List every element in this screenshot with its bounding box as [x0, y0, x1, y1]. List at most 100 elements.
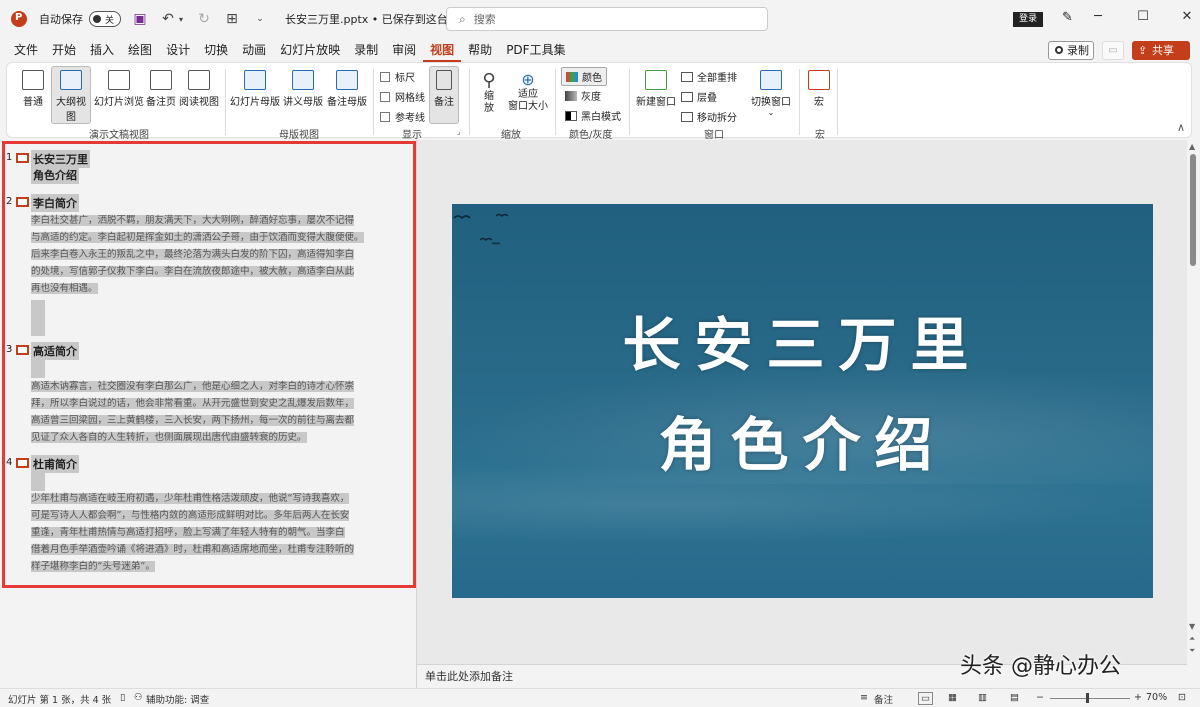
slide-sorter-button[interactable]: 幻灯片浏览	[93, 68, 145, 122]
move-split-button[interactable]: 移动拆分	[681, 109, 737, 124]
tab-1[interactable]: 开始	[45, 38, 83, 62]
cascade-button[interactable]: 层叠	[681, 89, 717, 104]
comment-icon: ▭	[1108, 45, 1118, 56]
fit-to-window-button[interactable]: ⊕ 适应 窗口大小	[505, 68, 551, 122]
redo-icon[interactable]: ↻	[195, 11, 213, 27]
tab-11[interactable]: 帮助	[461, 38, 499, 62]
tab-3[interactable]: 绘图	[121, 38, 159, 62]
fit-slide-icon[interactable]: ⊡	[1178, 692, 1186, 703]
tab-9[interactable]: 审阅	[385, 38, 423, 62]
color-button[interactable]: 颜色	[561, 67, 607, 86]
macros-label: 宏	[814, 97, 824, 108]
zoom-button[interactable]: ⚲ 缩 放	[475, 68, 503, 122]
notes-status-icon[interactable]: ≡	[860, 692, 868, 703]
tab-0[interactable]: 文件	[7, 38, 45, 62]
powerpoint-logo-icon	[11, 11, 27, 27]
tab-10[interactable]: 视图	[423, 38, 462, 62]
tab-12[interactable]: PDF工具集	[499, 38, 572, 62]
login-button[interactable]: 登录	[1013, 12, 1043, 27]
slide-subtitle[interactable]: 角色介绍	[452, 398, 1153, 482]
color-label: 颜色	[582, 73, 602, 84]
minimize-icon[interactable]: ─	[1088, 9, 1108, 24]
arrange-all-button[interactable]: 全部重排	[681, 69, 737, 84]
notes-master-button[interactable]: 备注母版	[325, 68, 369, 122]
vertical-scrollbar[interactable]: ▲ ▼ ⏶ ⏷	[1187, 140, 1200, 688]
undo-dropdown-icon[interactable]: ▾	[177, 15, 185, 24]
notes-page-button[interactable]: 备注页	[145, 68, 177, 122]
black-white-button[interactable]: 黑白模式	[561, 107, 625, 124]
dropdown-icon: ⌄	[767, 108, 775, 117]
normal-view-button[interactable]: 普通	[15, 68, 51, 122]
undo-icon[interactable]: ↶	[159, 11, 177, 27]
zoom-in-icon[interactable]: +	[1134, 692, 1142, 703]
zoom-slider-thumb[interactable]	[1086, 693, 1089, 703]
switch-window-button[interactable]: 切换窗口 ⌄	[749, 68, 793, 122]
toggle-state: 关	[105, 16, 115, 26]
notes-master-label: 备注母版	[327, 97, 367, 108]
group-separator	[555, 69, 556, 135]
tab-7[interactable]: 幻灯片放映	[273, 38, 347, 62]
slide-sorter-status-icon[interactable]: ▦	[948, 692, 957, 703]
outline-view-button[interactable]: 大纲视图	[51, 66, 91, 124]
new-window-icon	[645, 70, 667, 90]
ruler-checkbox[interactable]: 标尺	[380, 69, 415, 84]
reading-view-label: 阅读视图	[179, 97, 219, 108]
zoom-slider[interactable]	[1050, 698, 1130, 699]
normal-view-status-icon[interactable]: ▭	[918, 692, 933, 705]
share-button[interactable]: 共享	[1132, 41, 1190, 60]
tab-8[interactable]: 录制	[347, 38, 385, 62]
comments-button[interactable]: ▭	[1102, 41, 1124, 60]
notes-toggle-label: 备注	[434, 97, 454, 108]
handout-master-button[interactable]: 讲义母版	[281, 68, 325, 122]
show-dialog-launcher-icon[interactable]: ⌟	[457, 127, 461, 136]
search-placeholder: 搜索	[473, 13, 496, 26]
group-separator	[469, 69, 470, 135]
scroll-down-icon[interactable]: ▼	[1189, 622, 1195, 631]
save-icon[interactable]: ▣	[131, 11, 149, 27]
new-window-button[interactable]: 新建窗口	[635, 68, 677, 122]
search-input[interactable]: ⌕ 搜索	[446, 7, 768, 31]
arrange-all-label: 全部重排	[697, 73, 737, 84]
spellcheck-icon[interactable]: ▯	[120, 692, 125, 703]
scroll-up-icon[interactable]: ▲	[1189, 142, 1195, 151]
prev-slide-icon[interactable]: ⏶	[1189, 634, 1195, 644]
black-white-icon	[565, 110, 577, 121]
tab-5[interactable]: 切换	[197, 38, 235, 62]
tab-2[interactable]: 插入	[83, 38, 121, 62]
gridlines-checkbox[interactable]: 网格线	[380, 89, 425, 104]
move-split-label: 移动拆分	[697, 113, 737, 124]
notes-status-button[interactable]: 备注	[874, 692, 893, 706]
notes-toggle-button[interactable]: 备注	[429, 66, 459, 124]
accessibility-icon[interactable]: ⚇	[134, 692, 143, 703]
pen-icon[interactable]: ✎	[1062, 10, 1073, 25]
arrange-all-icon	[681, 71, 693, 82]
birds-decoration	[453, 213, 509, 245]
guides-checkbox[interactable]: 参考线	[380, 109, 425, 124]
record-button[interactable]: 录制	[1048, 41, 1094, 60]
next-slide-icon[interactable]: ⏷	[1189, 646, 1195, 656]
grayscale-button[interactable]: 灰度	[561, 87, 605, 104]
tab-4[interactable]: 设计	[159, 38, 197, 62]
customize-toolbar-icon[interactable]: ⌄	[251, 14, 269, 24]
scroll-thumb[interactable]	[1190, 154, 1196, 266]
present-icon[interactable]: ⊞	[223, 11, 241, 27]
reading-view-status-icon[interactable]: ▥	[978, 692, 987, 703]
zoom-icon: ⚲	[482, 70, 496, 91]
reading-view-button[interactable]: 阅读视图	[177, 68, 221, 122]
zoom-level[interactable]: 70%	[1146, 692, 1167, 703]
slide-master-button[interactable]: 幻灯片母版	[229, 68, 281, 122]
slide-title[interactable]: 长安三万里	[452, 298, 1153, 382]
slide-canvas[interactable]: 长安三万里 角色介绍	[452, 204, 1153, 598]
color-group-label: 颜色/灰度	[569, 130, 613, 141]
maximize-icon[interactable]: ☐	[1133, 9, 1153, 24]
tab-6[interactable]: 动画	[235, 38, 273, 62]
close-icon[interactable]: ✕	[1177, 9, 1197, 24]
accessibility-status[interactable]: 辅助功能: 调查	[146, 692, 209, 706]
macros-button[interactable]: 宏	[805, 68, 833, 122]
slideshow-status-icon[interactable]: ▤	[1010, 692, 1019, 703]
collapse-ribbon-icon[interactable]: ∧	[1177, 121, 1185, 134]
slide-sorter-label: 幻灯片浏览	[94, 97, 144, 108]
watermark-text: 头条 @静心办公	[960, 654, 1121, 679]
autosave-toggle[interactable]: 关	[89, 11, 121, 27]
zoom-out-icon[interactable]: −	[1036, 692, 1044, 703]
